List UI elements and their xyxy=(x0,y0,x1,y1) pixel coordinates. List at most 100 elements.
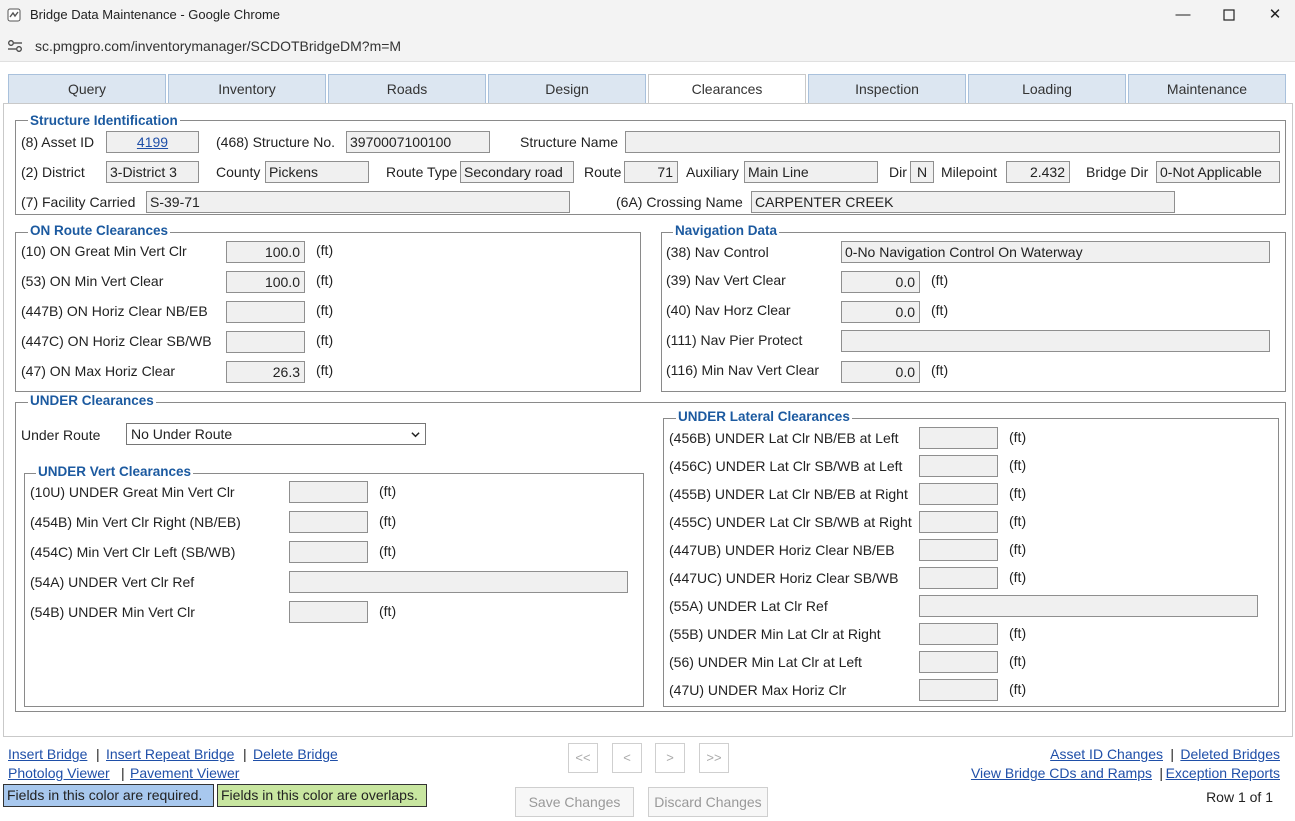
tab-loading[interactable]: Loading xyxy=(968,74,1126,104)
nav-horz-clear-label: (40) Nav Horz Clear xyxy=(666,302,791,318)
asset-id-field[interactable]: 4199 xyxy=(106,131,199,153)
district-label: (2) District xyxy=(21,164,85,180)
milepoint-label: Milepoint xyxy=(941,164,998,180)
under-lat-clr-nb-eb-at-left-field[interactable] xyxy=(919,427,998,449)
under-lat-clr-ref-field[interactable] xyxy=(919,595,1258,617)
under-min-vert-clr-field[interactable] xyxy=(289,601,368,623)
auxiliary-field[interactable]: Main Line xyxy=(744,161,878,183)
on-great-min-vert-clr-field[interactable]: 100.0 xyxy=(226,241,305,263)
close-icon[interactable]: ✕ xyxy=(1264,4,1286,26)
on-min-vert-clear-unit: (ft) xyxy=(316,272,334,288)
tab-inventory[interactable]: Inventory xyxy=(168,74,326,104)
dir-field[interactable]: N xyxy=(910,161,934,183)
on-max-horiz-clear-label: (47) ON Max Horiz Clear xyxy=(21,363,176,379)
bridge-dir-field[interactable]: 0-Not Applicable xyxy=(1156,161,1280,183)
tab-clearances[interactable]: Clearances xyxy=(648,74,806,105)
tab-design[interactable]: Design xyxy=(488,74,646,104)
on-min-vert-clear-field[interactable]: 100.0 xyxy=(226,271,305,293)
under-max-horiz-clr-field[interactable] xyxy=(919,679,998,701)
required-color-legend: Fields in this color are required. xyxy=(3,784,214,807)
under-lat-clr-ref-label: (55A) UNDER Lat Clr Ref xyxy=(669,598,828,614)
route-type-field[interactable]: Secondary road xyxy=(460,161,574,183)
on-horiz-clear-sb-wb-field[interactable] xyxy=(226,331,305,353)
last-record-button[interactable]: >> xyxy=(699,743,729,773)
nav-pier-protect-field[interactable] xyxy=(841,330,1270,352)
first-record-button[interactable]: << xyxy=(568,743,598,773)
on-horiz-clear-nb-eb-unit: (ft) xyxy=(316,302,334,318)
under-lat-clr-sb-wb-at-left-field[interactable] xyxy=(919,455,998,477)
under-great-min-vert-clr-field[interactable] xyxy=(289,481,368,503)
nav-horz-clear-field[interactable]: 0.0 xyxy=(841,301,920,323)
milepoint-field[interactable]: 2.432 xyxy=(1006,161,1070,183)
facility-carried-field[interactable]: S-39-71 xyxy=(146,191,570,213)
photolog-viewer-link[interactable]: Photolog Viewer xyxy=(8,764,110,782)
url-text[interactable]: sc.pmgpro.com/inventorymanager/SCDOTBrid… xyxy=(35,38,401,54)
under-vert-clr-ref-field[interactable] xyxy=(289,571,628,593)
under-lat-clr-sb-wb-at-right-unit: (ft) xyxy=(1009,513,1027,529)
under-horiz-clear-sb-wb-unit: (ft) xyxy=(1009,569,1027,585)
under-lateral-clearances-legend: UNDER Lateral Clearances xyxy=(676,409,852,425)
under-min-lat-clr-at-right-field[interactable] xyxy=(919,623,998,645)
under-min-lat-clr-at-left-label: (56) UNDER Min Lat Clr at Left xyxy=(669,654,862,670)
on-max-horiz-clear-field[interactable]: 26.3 xyxy=(226,361,305,383)
next-record-button[interactable]: > xyxy=(655,743,685,773)
under-min-vert-clr-unit: (ft) xyxy=(379,603,397,619)
on-horiz-clear-nb-eb-field[interactable] xyxy=(226,301,305,323)
on-route-clearances-legend: ON Route Clearances xyxy=(28,223,171,239)
under-clearances-legend: UNDER Clearances xyxy=(28,393,156,409)
asset-id-changes-link[interactable]: Asset ID Changes xyxy=(1050,745,1163,763)
discard-changes-button[interactable]: Discard Changes xyxy=(648,787,768,817)
structure-name-field[interactable] xyxy=(625,131,1280,153)
link-separator: | xyxy=(243,746,247,762)
insert-repeat-bridge-link[interactable]: Insert Repeat Bridge xyxy=(106,745,234,763)
navigation-data-legend: Navigation Data xyxy=(673,223,780,239)
deleted-bridges-link[interactable]: Deleted Bridges xyxy=(1180,745,1280,763)
county-field[interactable]: Pickens xyxy=(265,161,369,183)
link-separator: | xyxy=(96,746,100,762)
structure-name-label: Structure Name xyxy=(520,134,619,150)
site-settings-icon[interactable] xyxy=(7,39,23,53)
min-vert-clr-right-nb-eb-unit: (ft) xyxy=(379,513,397,529)
auxiliary-label: Auxiliary xyxy=(686,164,739,180)
structure-no-label: (468) Structure No. xyxy=(216,134,336,150)
save-changes-button[interactable]: Save Changes xyxy=(515,787,634,817)
window-titlebar: Bridge Data Maintenance - Google Chrome … xyxy=(0,0,1295,30)
on-min-vert-clear-label: (53) ON Min Vert Clear xyxy=(21,273,164,289)
district-field[interactable]: 3-District 3 xyxy=(106,161,199,183)
nav-vert-clear-field[interactable]: 0.0 xyxy=(841,271,920,293)
maximize-icon[interactable] xyxy=(1218,4,1240,26)
min-vert-clr-right-nb-eb-field[interactable] xyxy=(289,511,368,533)
nav-control-field[interactable]: 0-No Navigation Control On Waterway xyxy=(841,241,1270,263)
nav-vert-clear-label: (39) Nav Vert Clear xyxy=(666,272,786,288)
structure-no-field[interactable]: 3970007100100 xyxy=(346,131,490,153)
insert-bridge-link[interactable]: Insert Bridge xyxy=(8,745,87,763)
min-vert-clr-left-sb-wb-field[interactable] xyxy=(289,541,368,563)
under-lat-clr-sb-wb-at-right-field[interactable] xyxy=(919,511,998,533)
min-nav-vert-clear-unit: (ft) xyxy=(931,362,949,378)
under-min-lat-clr-at-left-field[interactable] xyxy=(919,651,998,673)
tab-query[interactable]: Query xyxy=(8,74,166,104)
dir-label: Dir xyxy=(889,164,907,180)
facility-carried-label: (7) Facility Carried xyxy=(21,194,136,210)
crossing-name-field[interactable]: CARPENTER CREEK xyxy=(751,191,1175,213)
tab-roads[interactable]: Roads xyxy=(328,74,486,104)
under-lat-clr-sb-wb-at-right-label: (455C) UNDER Lat Clr SB/WB at Right xyxy=(669,514,912,530)
route-label: Route xyxy=(584,164,622,180)
under-max-horiz-clr-unit: (ft) xyxy=(1009,681,1027,697)
tab-inspection[interactable]: Inspection xyxy=(808,74,966,104)
delete-bridge-link[interactable]: Delete Bridge xyxy=(253,745,338,763)
under-horiz-clear-sb-wb-field[interactable] xyxy=(919,567,998,589)
under-lat-clr-nb-eb-at-right-field[interactable] xyxy=(919,483,998,505)
under-horiz-clear-nb-eb-field[interactable] xyxy=(919,539,998,561)
previous-record-button[interactable]: < xyxy=(612,743,642,773)
under-route-select[interactable]: No Under Route xyxy=(126,423,426,445)
overlap-color-legend: Fields in this color are overlaps. xyxy=(217,784,427,807)
exception-reports-link[interactable]: Exception Reports xyxy=(1166,764,1280,782)
pavement-viewer-link[interactable]: Pavement Viewer xyxy=(130,764,239,782)
view-bridge-cds-link[interactable]: View Bridge CDs and Ramps xyxy=(971,764,1152,782)
minimize-icon[interactable]: — xyxy=(1172,4,1194,26)
tab-maintenance[interactable]: Maintenance xyxy=(1128,74,1286,104)
address-bar[interactable]: sc.pmgpro.com/inventorymanager/SCDOTBrid… xyxy=(0,30,1295,62)
route-field[interactable]: 71 xyxy=(624,161,678,183)
min-nav-vert-clear-field[interactable]: 0.0 xyxy=(841,361,920,383)
